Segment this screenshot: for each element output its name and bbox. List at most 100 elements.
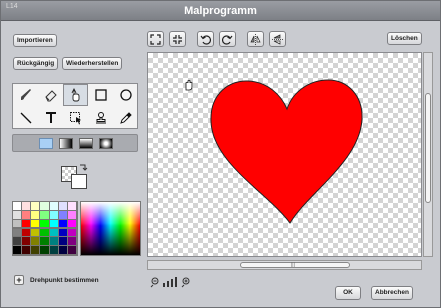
color-palette (12, 201, 78, 256)
palette-swatch[interactable] (13, 219, 22, 228)
rectangle-tool[interactable] (88, 84, 113, 106)
palette-swatch[interactable] (13, 202, 22, 210)
palette-swatch[interactable] (13, 237, 22, 246)
clear-button[interactable]: Löschen (387, 32, 422, 45)
palette-swatch[interactable] (49, 219, 58, 228)
horizontal-scroll-thumb[interactable]: ||| (240, 262, 350, 268)
palette-swatch[interactable] (67, 210, 76, 219)
palette-swatch[interactable] (22, 210, 31, 219)
stamp-icon (95, 112, 106, 124)
palette-swatch[interactable] (40, 237, 49, 246)
zoom-control[interactable] (149, 275, 199, 288)
rotate-right-button[interactable] (219, 31, 236, 47)
palette-swatch[interactable] (31, 219, 40, 228)
palette-swatch[interactable] (58, 219, 67, 228)
line-tool[interactable] (13, 107, 38, 129)
palette-swatch[interactable] (31, 210, 40, 219)
palette-swatch[interactable] (67, 202, 76, 210)
color-spectrum[interactable] (80, 201, 141, 256)
flip-horizontal-button[interactable] (247, 31, 264, 47)
flip-vertical-button[interactable] (269, 31, 286, 47)
palette-swatch[interactable] (40, 210, 49, 219)
palette-swatch[interactable] (40, 246, 49, 254)
palette-swatch[interactable] (49, 246, 58, 254)
color-swatch-swapper[interactable] (59, 161, 91, 189)
rectangle-icon (94, 89, 107, 101)
palette-swatch[interactable] (67, 228, 76, 237)
set-rotation-center-label: Drehpunkt bestimmen (30, 276, 99, 284)
secondary-color-swatch[interactable] (71, 174, 87, 189)
horizontal-scrollbar[interactable]: ||| (147, 260, 422, 270)
palette-swatch[interactable] (67, 237, 76, 246)
text-icon (45, 112, 56, 123)
select-tool[interactable] (63, 107, 88, 129)
palette-swatch[interactable] (58, 237, 67, 246)
palette-swatch[interactable] (22, 219, 31, 228)
shrink-icon (173, 34, 182, 44)
palette-swatch[interactable] (40, 202, 49, 210)
flip-vertical-icon (272, 33, 283, 45)
tool-palette (12, 83, 138, 129)
vertical-gradient-option[interactable] (79, 138, 93, 149)
palette-swatch[interactable] (67, 246, 76, 254)
palette-swatch[interactable] (22, 228, 31, 237)
palette-swatch[interactable] (13, 246, 22, 254)
palette-swatch[interactable] (58, 202, 67, 210)
palette-swatch[interactable] (49, 228, 58, 237)
palette-swatch[interactable] (22, 237, 31, 246)
fill-icon (71, 88, 79, 102)
radial-gradient-option[interactable] (99, 138, 113, 149)
shrink-button[interactable] (169, 31, 186, 47)
drawing-canvas[interactable] (147, 52, 422, 257)
fit-icon (150, 33, 161, 45)
zoom-slider-icon (150, 277, 190, 288)
palette-swatch[interactable] (13, 228, 22, 237)
horizontal-gradient-option[interactable] (59, 138, 73, 149)
eyedropper-tool[interactable] (113, 107, 138, 129)
swap-arrow-icon (80, 164, 88, 171)
eraser-icon (44, 90, 57, 102)
palette-swatch[interactable] (49, 210, 58, 219)
import-button[interactable]: Importieren (13, 34, 57, 47)
solid-fill-option[interactable] (39, 138, 53, 149)
rotate-left-icon (200, 34, 211, 45)
brush-icon (20, 89, 31, 100)
palette-swatch[interactable] (40, 228, 49, 237)
palette-swatch[interactable] (58, 228, 67, 237)
palette-swatch[interactable] (58, 210, 67, 219)
flip-horizontal-icon (250, 33, 261, 45)
line-icon (20, 112, 31, 124)
palette-swatch[interactable] (58, 246, 67, 254)
rotate-left-button[interactable] (197, 31, 214, 47)
ok-button[interactable]: OK (335, 286, 361, 300)
undo-button[interactable]: Rückgängig (13, 57, 59, 70)
palette-swatch[interactable] (67, 219, 76, 228)
vertical-scrollbar[interactable] (423, 52, 433, 257)
palette-swatch[interactable] (40, 219, 49, 228)
palette-swatch[interactable] (31, 246, 40, 254)
palette-swatch[interactable] (31, 228, 40, 237)
fit-button[interactable] (147, 31, 164, 47)
window-title: Malprogramm (184, 5, 257, 17)
title-bar[interactable]: L14 Malprogramm (1, 1, 440, 21)
palette-swatch[interactable] (22, 202, 31, 210)
background-text: L14 (6, 3, 18, 10)
text-tool[interactable] (38, 107, 63, 129)
stamp-tool[interactable] (88, 107, 113, 129)
vertical-scroll-thumb[interactable] (425, 93, 431, 203)
palette-swatch[interactable] (49, 202, 58, 210)
cancel-button[interactable]: Abbrechen (371, 286, 413, 300)
fill-tool[interactable] (63, 84, 88, 106)
palette-swatch[interactable] (31, 202, 40, 210)
set-rotation-center[interactable]: + Drehpunkt bestimmen (14, 275, 99, 285)
palette-swatch[interactable] (22, 246, 31, 254)
brush-tool[interactable] (13, 84, 38, 106)
eraser-tool[interactable] (38, 84, 63, 106)
palette-swatch[interactable] (13, 210, 22, 219)
ellipse-tool[interactable] (113, 84, 138, 106)
hand-cursor-icon (185, 79, 193, 91)
palette-swatch[interactable] (49, 237, 58, 246)
palette-swatch[interactable] (31, 237, 40, 246)
rotate-right-icon (222, 34, 233, 45)
redo-button[interactable]: Wiederherstellen (62, 57, 123, 70)
